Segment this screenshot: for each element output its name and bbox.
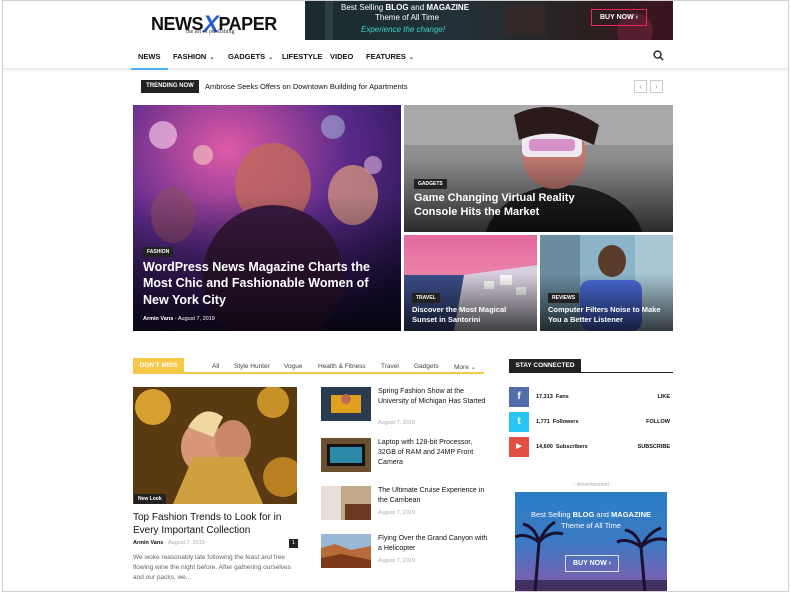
list-item-title[interactable]: Flying Over the Grand Canyon with a Heli… <box>378 534 488 554</box>
hero-main-article[interactable]: FASHION WordPress News Magazine Charts t… <box>133 105 401 331</box>
list-item-date: August 7, 2019 <box>378 510 416 516</box>
fashion-show-thumbnail <box>321 387 371 421</box>
tab-all[interactable]: All <box>212 363 219 370</box>
nav-item-gadgets[interactable]: GADGETS ⌄ <box>228 52 273 61</box>
search-icon[interactable] <box>653 50 664 61</box>
facebook-icon[interactable]: f <box>509 387 529 407</box>
nav-item-video[interactable]: VIDEO <box>330 52 353 61</box>
hero-main-meta: Armin Vans - August 7, 2019 <box>143 316 215 322</box>
cruise-thumbnail <box>321 486 371 520</box>
site-logo[interactable]: NEWSXPAPER the art of publishing <box>151 7 279 38</box>
hero-top-right-article[interactable]: GADGETS Game Changing Virtual Reality Co… <box>404 105 673 232</box>
list-item-date: August 7, 2019 <box>378 558 416 564</box>
hero-bottom-left-title[interactable]: Discover the Most Magical Sunset in Sant… <box>412 305 532 325</box>
category-badge[interactable]: TRAVEL <box>412 293 440 303</box>
hero-top-right-title[interactable]: Game Changing Virtual Reality Console Hi… <box>414 191 614 220</box>
banner-ad-line1: Best Selling BLOG and MAGAZINE <box>341 3 470 12</box>
top-banner-ad[interactable]: Best Selling BLOG and MAGAZINE Theme of … <box>305 1 673 40</box>
featured-article-title[interactable]: Top Fashion Trends to Look for in Every … <box>133 511 303 537</box>
stay-connected-label: STAY CONNECTED <box>509 359 581 373</box>
banner-ad-line3: Experience the change! <box>361 25 446 34</box>
category-badge[interactable]: FASHION <box>143 247 174 257</box>
nav-item-news[interactable]: NEWS <box>131 52 167 70</box>
list-item-thumbnail[interactable] <box>321 486 371 520</box>
tab-style-hunter[interactable]: Style Hunter <box>234 363 270 370</box>
nav-item-lifestyle[interactable]: LIFESTYLE <box>282 52 322 61</box>
tab-health-fitness[interactable]: Health & Fitness <box>318 363 366 370</box>
chevron-right-icon: › <box>635 14 638 21</box>
hero-bottom-right-article[interactable]: REVIEWS Computer Filters Noise to Make Y… <box>540 235 673 331</box>
comment-count-badge[interactable]: 1 <box>289 539 298 548</box>
category-badge[interactable]: REVIEWS <box>548 293 580 303</box>
nav-item-fashion[interactable]: FASHION ⌄ <box>173 52 214 61</box>
twitter-followers-count: 1,771 Followers <box>536 419 579 425</box>
trending-prev-button[interactable]: ‹ <box>634 80 647 93</box>
list-item-date: August 7, 2019 <box>378 420 416 426</box>
sidebar-ad-line2: Theme of All Time <box>560 521 622 530</box>
hero-bottom-right-title[interactable]: Computer Filters Noise to Make You a Bet… <box>548 305 672 325</box>
logo-tagline: the art of publishing <box>186 29 235 35</box>
list-item-thumbnail[interactable] <box>321 387 371 421</box>
featured-article-excerpt: We woke reasonably late following the fe… <box>133 554 291 582</box>
chevron-down-icon: ⌄ <box>470 364 477 371</box>
category-badge[interactable]: GADGETS <box>414 179 447 189</box>
category-badge[interactable]: New Look <box>134 494 166 504</box>
tab-gadgets[interactable]: Gadgets <box>414 363 439 370</box>
nav-item-features[interactable]: FEATURES ⌄ <box>366 52 414 61</box>
hero-bottom-left-article[interactable]: TRAVEL Discover the Most Magical Sunset … <box>404 235 537 331</box>
grand-canyon-thumbnail <box>321 534 371 568</box>
list-item-thumbnail[interactable] <box>321 534 371 568</box>
tab-more[interactable]: More ⌄ <box>454 363 476 371</box>
sidebar-ad-line1: Best Selling BLOG and MAGAZINE <box>530 510 652 519</box>
chevron-right-icon: › <box>608 560 611 567</box>
tab-travel[interactable]: Travel <box>381 363 399 370</box>
list-item-title[interactable]: Spring Fashion Show at the University of… <box>378 387 488 407</box>
youtube-subscribers-count: 14,600 Subscribers <box>536 444 588 450</box>
sidebar-ad[interactable]: Best Selling BLOG and MAGAZINE Theme of … <box>515 492 667 591</box>
sidebar-buy-now-button[interactable]: BUY NOW › <box>565 555 619 572</box>
palm-trees-image <box>515 520 667 591</box>
twitter-icon[interactable]: t <box>509 412 529 432</box>
youtube-subscribe-button[interactable]: SUBSCRIBE <box>638 444 670 450</box>
tab-vogue[interactable]: Vogue <box>284 363 302 370</box>
chevron-down-icon: ⌄ <box>209 55 215 61</box>
featured-article-meta: Armin Vans - August 7, 2019 <box>133 540 205 546</box>
list-item-title[interactable]: The Ultimate Cruise Experience in the Ca… <box>378 486 488 506</box>
featured-image-art <box>133 387 297 504</box>
youtube-icon[interactable]: ▶ <box>509 437 529 457</box>
page-frame: NEWSXPAPER the art of publishing Best Se… <box>2 0 789 592</box>
trending-next-button[interactable]: › <box>650 80 663 93</box>
twitter-follow-button[interactable]: FOLLOW <box>646 419 670 425</box>
hero-main-title[interactable]: WordPress News Magazine Charts the Most … <box>143 259 373 308</box>
facebook-fans-count: 17,313 Fans <box>536 394 569 400</box>
chevron-down-icon: ⌄ <box>408 55 414 61</box>
dont-miss-label: DON'T MISS <box>133 358 184 373</box>
dont-miss-divider <box>133 372 484 374</box>
banner-ad-line2: Theme of All Time <box>375 13 440 22</box>
facebook-like-button[interactable]: LIKE <box>657 394 670 400</box>
list-item-title[interactable]: Laptop with 128-bit Processor, 32GB of R… <box>378 438 488 467</box>
advertisement-label: - Advertisement - <box>574 482 612 488</box>
main-navigation: NEWS FASHION ⌄ GADGETS ⌄ LIFESTYLE VIDEO F… <box>3 43 788 70</box>
trending-headline-link[interactable]: Ambrose Seeks Offers on Downtown Buildin… <box>205 82 407 91</box>
banner-buy-now-button[interactable]: BUY NOW › <box>591 9 647 26</box>
laptop-thumbnail <box>321 438 371 472</box>
list-item-thumbnail[interactable] <box>321 438 371 472</box>
trending-now-label: TRENDING NOW <box>141 80 199 93</box>
chevron-down-icon: ⌄ <box>268 55 274 61</box>
stay-connected-divider <box>509 372 673 373</box>
featured-article-image[interactable]: New Look <box>133 387 297 504</box>
